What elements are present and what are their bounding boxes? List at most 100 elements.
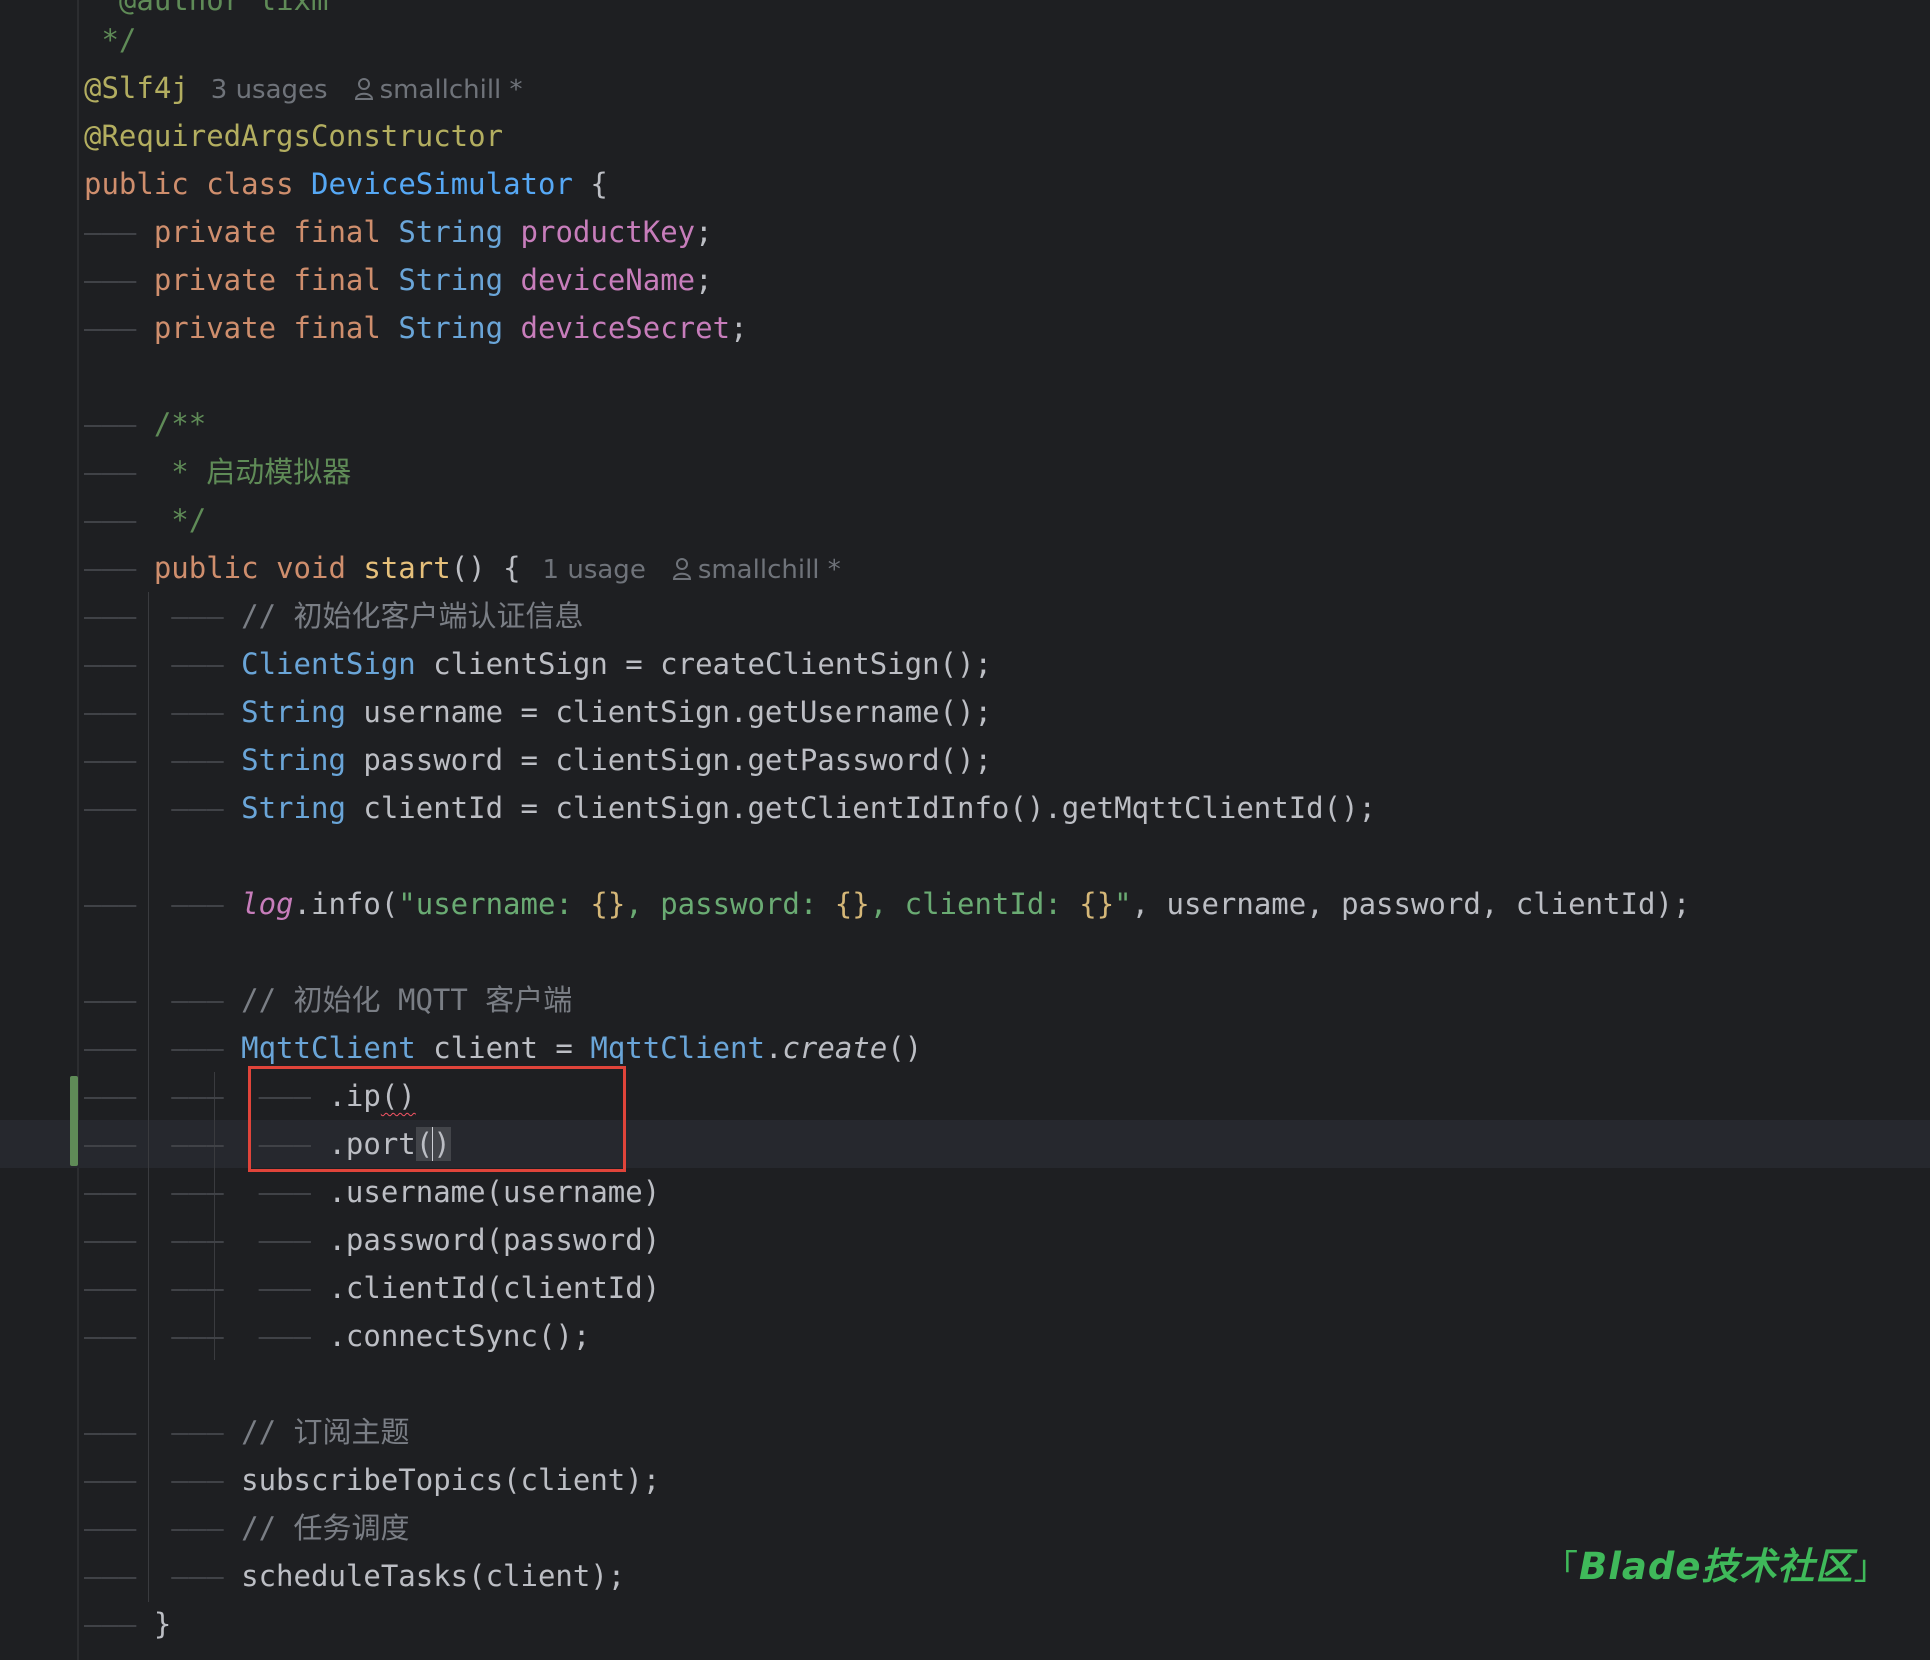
code-token: () { [450,551,521,585]
vcs-change-marker[interactable] [70,1076,78,1166]
code-token: final [293,215,381,249]
code-token: { [572,167,608,201]
code-token: {} [1079,887,1115,921]
code-line[interactable]: ——— } [84,1600,171,1648]
user-icon [354,78,373,100]
code-line[interactable]: ——— ——— ——— .password(password) [84,1216,660,1264]
code-line[interactable]: ——— ——— String password = clientSign.get… [84,736,992,784]
code-token: public [84,167,189,201]
code-token: ; [695,263,713,297]
indent-marker: ——— [84,551,154,585]
indent-marker: ——— ——— [84,983,242,1017]
indent-marker: ——— ——— [84,695,242,729]
indent-marker: ——— ——— [84,743,242,777]
code-token: start [363,551,451,585]
code-token: * 启动模拟器 [153,455,352,489]
code-token: . [764,1031,783,1065]
code-line[interactable]: ——— ——— // 初始化 MQTT 客户端 [84,976,572,1024]
code-line[interactable]: ——— ——— ——— .clientId(clientId) [84,1264,660,1312]
code-token: username = clientSign.getUsername(); [345,695,992,729]
code-line[interactable]: public class DeviceSimulator { [84,160,608,208]
indent-marker: ——— [84,263,154,297]
code-token: scheduleTasks(client); [241,1559,626,1593]
code-token: @author [84,0,259,17]
code-token: .password(password) [328,1223,661,1257]
code-line[interactable]: ——— ——— MqttClient client = MqttClient.c… [84,1024,922,1072]
code-line[interactable]: ——— public void start() {1 usage smallchi… [84,544,841,592]
code-line[interactable]: ——— ——— scheduleTasks(client); [84,1552,625,1600]
code-token: , username, password, clientId); [1131,887,1691,921]
code-token: */ [84,23,137,57]
code-line[interactable]: ——— * 启动模拟器 [84,448,351,496]
usages-hint[interactable]: 1 usage [543,555,646,585]
code-line[interactable]: @RequiredArgsConstructor [84,112,503,160]
code-line[interactable]: ——— ——— String clientId = clientSign.get… [84,784,1376,832]
code-line[interactable]: ——— ——— // 任务调度 [84,1504,410,1552]
code-token: // 初始化 MQTT 客户端 [241,983,573,1017]
author-hint[interactable]: smallchill * [380,75,523,105]
code-token: , password: [625,887,835,921]
indent-marker: ——— ——— [84,791,242,825]
code-token: lixm [258,0,329,17]
code-token: .username(username) [328,1175,661,1209]
code-line[interactable]: ——— private final String productKey; [84,208,713,256]
code-token: String [398,263,504,297]
code-token: () [887,1031,923,1065]
code-token: class [206,167,294,201]
code-line[interactable]: ——— private final String deviceName; [84,256,713,304]
code-line[interactable]: ——— private final String deviceSecret; [84,304,748,352]
watermark-logo: 「Blade技术社区」 [1544,1536,1888,1590]
code-token: public [153,551,259,585]
highlight-annotation-box [248,1066,626,1172]
code-token: ; [730,311,748,345]
code-token: String [241,695,346,729]
code-token: MqttClient [590,1031,765,1065]
code-token: clientId = clientSign.getClientIdInfo().… [345,791,1377,825]
code-token: productKey [520,215,696,249]
indent-marker: ——— ——— [84,887,242,921]
code-line[interactable]: ——— ——— ClientSign clientSign = createCl… [84,640,992,688]
code-line[interactable]: ——— */ [84,496,206,544]
code-token: @Slf4j [84,71,189,105]
code-token: String [398,215,504,249]
code-editor[interactable]: @author lixm */ @Slf4j 3 usages smallchill … [0,0,1930,1660]
code-token: , clientId: [869,887,1080,921]
code-token: String [398,311,504,345]
indent-marker: ——— ——— [84,1031,242,1065]
code-token: // 初始化客户端认证信息 [241,599,584,633]
code-token: client = [415,1031,591,1065]
code-line[interactable]: ——— ——— subscribeTopics(client); [84,1456,660,1504]
code-line[interactable]: ——— /** [84,400,206,448]
code-token: .clientId(clientId) [328,1271,661,1305]
code-line[interactable]: ——— ——— log.info("username: {}, password… [84,880,1690,928]
code-token: MqttClient [241,1031,416,1065]
code-line[interactable]: ——— ——— // 初始化客户端认证信息 [84,592,584,640]
code-token: subscribeTopics(client); [241,1463,661,1497]
code-line[interactable]: ——— ——— String username = clientSign.get… [84,688,992,736]
code-line[interactable]: ——— ——— // 订阅主题 [84,1408,410,1456]
indent-marker: ——— [84,311,154,345]
usages-hint[interactable]: 3 usages [211,75,328,105]
code-line[interactable]: @Slf4j 3 usages smallchill * [84,64,523,112]
code-token: password = clientSign.getPassword(); [345,743,992,777]
code-token: .connectSync(); [328,1319,591,1353]
code-token: private [153,215,277,249]
code-line[interactable]: ——— ——— ——— .username(username) [84,1168,660,1216]
code-token: log [241,887,294,921]
indent-marker: ——— ——— [84,1559,242,1593]
code-token: private [153,311,277,345]
code-line[interactable]: ——— ——— ——— .connectSync(); [84,1312,590,1360]
indent-marker: ——— [84,407,154,441]
watermark-open-bracket: 「 [1544,1548,1579,1588]
code-line[interactable]: */ [84,16,136,64]
author-hint[interactable]: smallchill * [698,555,841,585]
code-token: final [293,263,381,297]
indent-marker: ——— ——— [84,599,242,633]
indent-marker: ——— [84,455,154,489]
